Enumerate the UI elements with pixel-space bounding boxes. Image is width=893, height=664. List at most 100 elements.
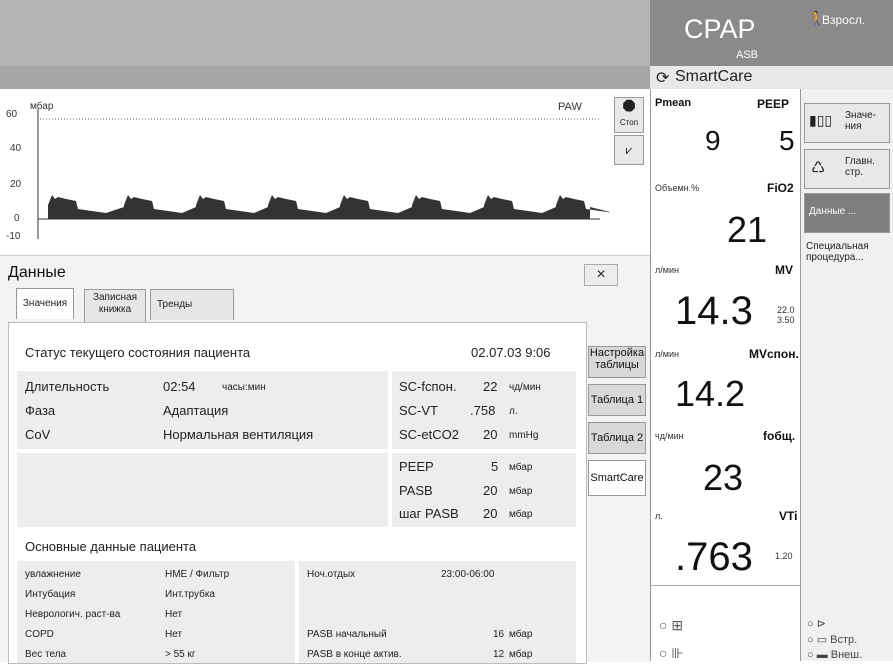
patient-type[interactable]: 🚶 Взросл. <box>800 0 893 66</box>
mv-alarm-low: 3.50 <box>777 315 795 325</box>
main-screen-button[interactable]: ♺ Главн. стр. <box>804 149 890 189</box>
mv-param: л/мин MV 14.3 22.0 3.50 <box>651 255 801 340</box>
status-datetime: 02.07.03 9:06 <box>471 345 551 360</box>
stop-button[interactable]: ⯃ Стоп <box>614 97 644 133</box>
patient-type-label: Взросл. <box>822 13 866 27</box>
humidifier-icon[interactable]: ○ ⊞ <box>659 617 683 634</box>
tab-values[interactable]: Значения <box>16 288 74 319</box>
ftot-label: fобщ. <box>763 429 796 443</box>
basic-value: HME / Фильтр <box>165 569 230 580</box>
parameter-column: Pmean PEEP 9 5 Объемн.% FiO2 21 л/мин MV… <box>650 89 801 661</box>
vti-label: VTi <box>779 509 798 523</box>
values-button[interactable]: ▮▯▯ Значе-ния <box>804 103 890 143</box>
waveform-plot <box>37 109 610 239</box>
mode-label: CPAP <box>684 14 756 44</box>
basic-value: Нет <box>165 609 183 620</box>
side-tab-table-2[interactable]: Таблица 2 <box>588 422 646 454</box>
internal-battery[interactable]: ○ ▭ Встр. <box>807 633 857 646</box>
basic-label: PASB начальный <box>307 629 387 640</box>
external-label: Внеш. <box>830 649 863 661</box>
basic-label: Интубация <box>25 589 76 600</box>
lungs-icon: ♺ <box>811 160 826 177</box>
data-button[interactable]: Данные ... <box>804 193 890 233</box>
tab-trends[interactable]: Тренды <box>150 289 234 320</box>
mv-unit: л/мин <box>655 265 679 275</box>
side-tab-table-1[interactable]: Таблица 1 <box>588 384 646 416</box>
basic-label: Неврологич. раст-ва <box>25 609 121 620</box>
sc-unit: л. <box>509 406 518 417</box>
side-tab-smartcare[interactable]: SmartCare <box>588 460 646 496</box>
mv-alarm-high: 22.0 <box>777 305 795 315</box>
curve-icon: ⩗ <box>625 143 633 157</box>
sc-value: 22 <box>483 379 498 394</box>
ftot-param: чд/мин fобщ. 23 <box>651 421 801 502</box>
sc-unit: чд/мин <box>509 382 541 393</box>
status-value: Нормальная вентиляция <box>163 427 314 442</box>
basic-value: 23:00-06:00 <box>441 569 495 580</box>
ventilation-mode[interactable]: CPAP ASB <box>650 0 800 66</box>
special-label: Специальная процедура... <box>806 241 869 263</box>
pmean-label: Pmean <box>655 97 692 109</box>
mv-label: MV <box>775 263 793 277</box>
freeze-curve-button[interactable]: ⩗ <box>614 135 644 165</box>
secondary-bar <box>0 66 650 89</box>
main-label: Главн. стр. <box>845 156 875 178</box>
status-value: 02:54 <box>163 379 196 394</box>
menu-column: ▮▯▯ Значе-ния ♺ Главн. стр. Данные ... С… <box>800 89 893 661</box>
sc-label: SC-fспон. <box>399 379 457 394</box>
sc-value: 20 <box>483 427 498 442</box>
setting-value: 5 <box>491 459 499 474</box>
stop-icon: ⯃ <box>622 99 636 116</box>
basic-label: Ноч.отдых <box>307 569 356 580</box>
status-value: Адаптация <box>163 403 229 418</box>
pressure-params: Pmean PEEP 9 5 <box>651 89 801 172</box>
basic-title: Основные данные пациента <box>25 539 197 554</box>
basic-label: PASB в конце актив. <box>307 649 402 660</box>
status-label: Длительность <box>25 379 110 394</box>
internal-label: Встр. <box>830 634 858 646</box>
mvspon-unit: л/мин <box>655 349 679 359</box>
basic-value: Нет <box>165 629 183 640</box>
sc-label: SC-etCO2 <box>399 427 459 442</box>
nebulizer-icon[interactable]: ○ ⊪ <box>659 645 684 662</box>
setting-unit: мбар <box>509 509 533 520</box>
bars-icon: ▮▯▯ <box>809 112 833 128</box>
vti-alarm-high: 1.20 <box>775 551 793 561</box>
setting-unit: мбар <box>509 462 533 473</box>
status-unit: часы:мин <box>222 382 266 393</box>
close-button[interactable]: × <box>584 264 618 286</box>
basic-unit: мбар <box>509 629 533 640</box>
status-label: Фаза <box>25 403 56 418</box>
basic-value: 16 <box>493 629 505 640</box>
sc-value: .758 <box>470 403 496 418</box>
vti-value: .763 <box>675 535 753 579</box>
ftot-value: 23 <box>703 457 744 498</box>
smartcare-title: SmartCare <box>675 68 753 85</box>
sc-label: SC-VT <box>399 403 438 418</box>
setting-unit: мбар <box>509 486 533 497</box>
data-panel: Данные × Значения Записная книжка Тренды… <box>0 255 650 664</box>
external-battery[interactable]: ○ ▬ Внеш. <box>807 649 862 661</box>
smartcare-bar: ⟳ SmartCare <box>650 66 893 89</box>
peep-label: PEEP <box>757 97 790 111</box>
basic-unit: мбар <box>509 649 533 660</box>
fio2-value: 21 <box>727 209 768 250</box>
plug-icon[interactable]: ○ ⊳ <box>807 617 826 630</box>
tab-notebook[interactable]: Записная книжка <box>84 289 146 322</box>
setting-label: шаг PASB <box>399 506 459 521</box>
fio2-param: Объемн.% FiO2 21 <box>651 171 801 256</box>
vti-param: л. VTi .763 1.20 <box>651 501 801 586</box>
setting-label: PASB <box>399 483 433 498</box>
basic-label: Вес тела <box>25 649 67 660</box>
sc-unit: mmHg <box>509 430 539 441</box>
vti-unit: л. <box>655 511 663 521</box>
values-content: Статус текущего состояния пациента 02.07… <box>8 322 587 664</box>
pressure-waveform: мбар PAW 60 40 20 0 -10 ⯃ Стоп ⩗ <box>0 89 650 255</box>
side-tab-table-setup[interactable]: Настройка таблицы <box>588 346 646 378</box>
pressure-trace <box>48 195 610 219</box>
status-title: Статус текущего состояния пациента <box>25 345 251 360</box>
basic-value: > 55 кг <box>165 649 196 660</box>
mvspon-param: л/мин MVспон. 14.2 <box>651 339 801 422</box>
setting-label: PEEP <box>399 459 434 474</box>
special-procedure-button[interactable]: Специальная процедура... <box>804 235 888 275</box>
